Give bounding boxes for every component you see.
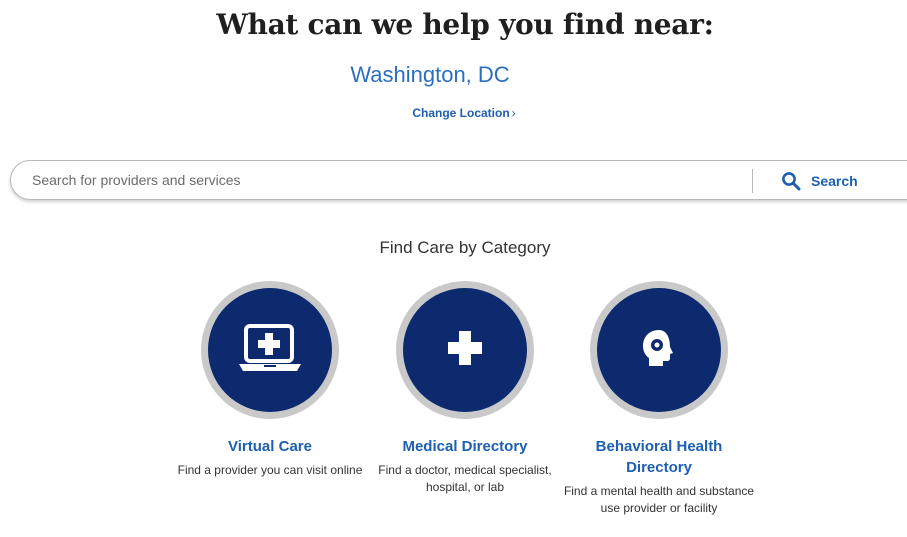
search-bar: Search	[10, 160, 907, 200]
category-description: Find a provider you can visit online	[177, 463, 363, 477]
chevron-right-icon: ›	[511, 106, 516, 120]
head-silhouette-icon	[640, 328, 678, 373]
category-title-behavioral-health[interactable]: Behavioral Health Directory	[559, 436, 759, 478]
category-circle[interactable]	[396, 281, 534, 419]
category-card-medical-directory[interactable]: Medical Directory Find a doctor, medical…	[365, 281, 565, 496]
category-circle[interactable]	[590, 281, 728, 419]
search-button-label: Search	[811, 173, 858, 189]
category-card-behavioral-health[interactable]: Behavioral Health Directory Find a menta…	[559, 281, 759, 517]
change-location-label: Change Location	[412, 106, 510, 120]
plus-icon	[448, 330, 482, 370]
category-description: Find a mental health and substance use p…	[563, 484, 755, 515]
category-description: Find a doctor, medical specialist, hospi…	[378, 463, 552, 494]
category-title-medical-directory[interactable]: Medical Directory	[365, 436, 565, 457]
category-card-virtual-care[interactable]: Virtual Care Find a provider you can vis…	[170, 281, 370, 479]
category-circle[interactable]	[201, 281, 339, 419]
laptop-plus-icon	[237, 323, 303, 378]
change-location-link[interactable]: Change Location ›	[0, 106, 907, 120]
search-button[interactable]: Search	[781, 169, 858, 193]
category-section-title: Find Care by Category	[379, 238, 551, 257]
page-title: What can we help you find near:	[216, 8, 714, 41]
search-icon	[781, 171, 801, 191]
search-divider	[752, 169, 753, 193]
category-title-virtual-care[interactable]: Virtual Care	[170, 436, 370, 457]
current-location: Washington, DC	[350, 62, 510, 87]
search-input[interactable]	[32, 169, 632, 191]
